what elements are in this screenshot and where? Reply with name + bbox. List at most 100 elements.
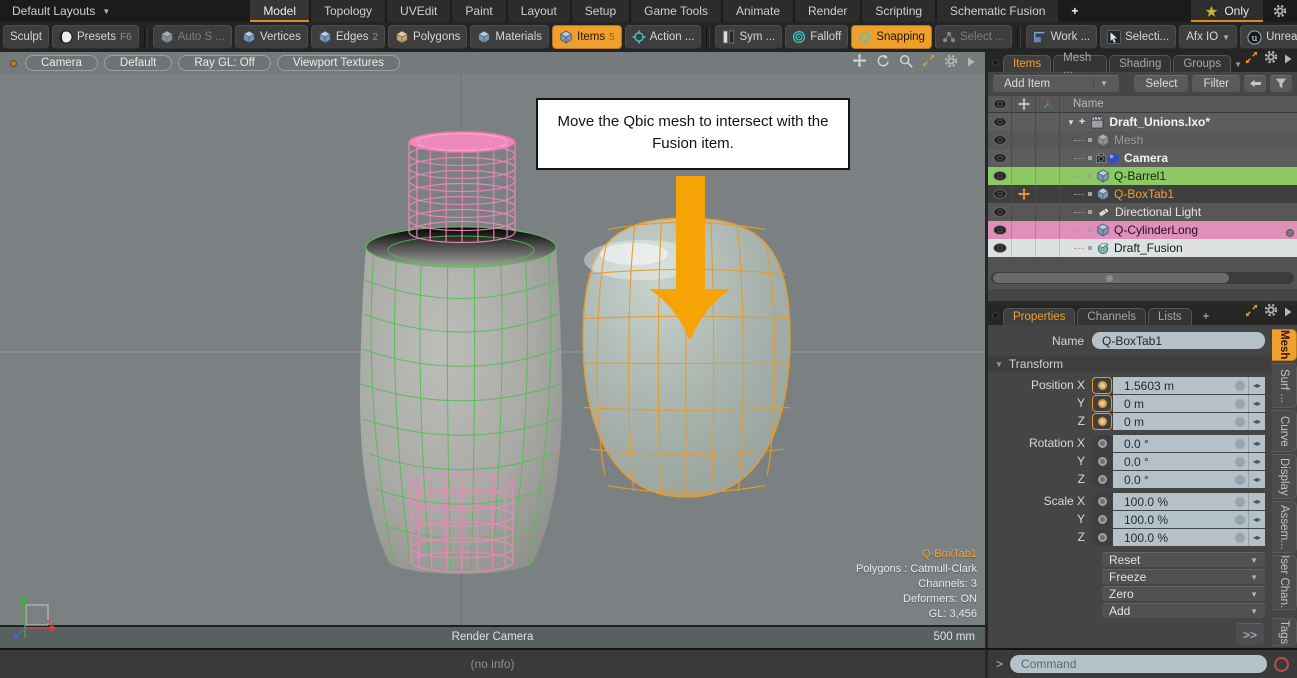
expand-button[interactable] — [922, 54, 935, 72]
side-tab-user-chan[interactable]: User Chan... — [1272, 555, 1297, 610]
value-field[interactable]: 1.5603 m◂▸ — [1113, 377, 1265, 394]
add-item-button[interactable]: Add Item ▼ — [993, 75, 1119, 92]
visibility-toggle[interactable] — [988, 149, 1012, 167]
play-button[interactable] — [1284, 51, 1292, 69]
mini-knob-icon[interactable] — [1235, 497, 1245, 507]
transform-section-header[interactable]: ▼ Transform — [988, 356, 1271, 372]
render-cell[interactable] — [1036, 149, 1060, 167]
toolbar-button-edges[interactable]: Edges2 — [311, 25, 385, 49]
gear-button[interactable] — [944, 54, 958, 73]
properties-tab-properties[interactable]: Properties — [1003, 308, 1075, 325]
spinner-control[interactable]: ◂▸ — [1248, 511, 1265, 528]
freeze-button[interactable]: Freeze▼ — [1102, 569, 1265, 584]
rotate-button[interactable] — [876, 54, 890, 73]
horizontal-scrollbar[interactable] — [991, 272, 1294, 284]
add-button[interactable]: Add▼ — [1102, 603, 1265, 618]
items-tab-groups[interactable]: Groups — [1173, 55, 1231, 72]
side-tab-mesh[interactable]: Mesh — [1272, 329, 1297, 361]
menu-tab-setup[interactable]: Setup — [572, 0, 629, 22]
mini-knob-icon[interactable] — [1235, 533, 1245, 543]
side-tab-tags[interactable]: Tags — [1272, 618, 1297, 646]
mini-knob-icon[interactable] — [1235, 399, 1245, 409]
tree-row-q-boxtab1[interactable]: Q-BoxTab1 — [988, 185, 1297, 203]
record-macro-button[interactable] — [1274, 657, 1289, 672]
expand-button[interactable] — [1245, 304, 1258, 322]
channel-toggle[interactable] — [1092, 529, 1112, 546]
more-button[interactable]: >> — [1236, 623, 1264, 645]
visibility-toggle[interactable] — [988, 113, 1012, 131]
tree-row-draft-unions-lxo[interactable]: ▼+Draft_Unions.lxo* — [988, 113, 1297, 131]
expander-triangle-icon[interactable]: ▼ — [1067, 118, 1075, 127]
value-field[interactable]: 100.0 %◂▸ — [1113, 493, 1265, 510]
side-tab-surf[interactable]: Surf ... — [1272, 363, 1297, 409]
viewport-canvas[interactable]: Move the Qbic mesh to intersect with the… — [0, 74, 985, 625]
render-cell[interactable] — [1036, 239, 1060, 257]
render-cell[interactable] — [1036, 131, 1060, 149]
toolbar-button-select[interactable]: Select ... — [935, 25, 1012, 49]
spinner-control[interactable]: ◂▸ — [1248, 395, 1265, 412]
render-cell[interactable] — [1036, 221, 1060, 239]
back-arrow-button[interactable] — [1244, 75, 1266, 92]
gear-button[interactable] — [1264, 50, 1278, 69]
menu-tab-schematic-fusion[interactable]: Schematic Fusion — [937, 0, 1058, 22]
toolbar-button-selecti[interactable]: Selecti... — [1100, 25, 1176, 49]
mini-knob-icon[interactable] — [1235, 475, 1245, 485]
lock-cell[interactable] — [1012, 113, 1036, 131]
viewport-button-viewport-textures[interactable]: Viewport Textures — [277, 55, 400, 71]
value-field[interactable]: 0 m◂▸ — [1113, 413, 1265, 430]
toolbar-button-presets[interactable]: PresetsF6 — [52, 25, 139, 49]
visibility-toggle[interactable] — [988, 167, 1012, 185]
channel-toggle[interactable] — [1092, 493, 1112, 510]
lock-cell[interactable] — [1012, 221, 1036, 239]
render-column-header[interactable] — [1036, 96, 1060, 112]
channel-toggle[interactable] — [1092, 453, 1112, 470]
gear-button[interactable] — [1264, 303, 1278, 322]
visibility-toggle[interactable] — [988, 203, 1012, 221]
lock-cell[interactable] — [1012, 185, 1036, 203]
toolbar-button-sym[interactable]: Sym ... — [715, 25, 782, 49]
spinner-control[interactable]: ◂▸ — [1248, 377, 1265, 394]
channel-toggle[interactable] — [1092, 395, 1112, 412]
menu-gear-button[interactable] — [1263, 0, 1297, 22]
visibility-toggle[interactable] — [988, 185, 1012, 203]
render-cell[interactable] — [1036, 185, 1060, 203]
items-tab-mesh[interactable]: Mesh ... — [1053, 55, 1107, 72]
spinner-control[interactable]: ◂▸ — [1248, 493, 1265, 510]
tree-row-draft-fusion[interactable]: Draft_Fusion — [988, 239, 1297, 257]
panel-knob-icon[interactable] — [992, 59, 999, 66]
mini-knob-icon[interactable] — [1235, 515, 1245, 525]
play-button[interactable] — [967, 54, 975, 72]
channel-toggle[interactable] — [1092, 471, 1112, 488]
vertical-scroll-thumb[interactable] — [1286, 229, 1294, 237]
menu-tab-game-tools[interactable]: Game Tools — [631, 0, 721, 22]
toolbar-button-action[interactable]: Action ... — [625, 25, 702, 49]
mini-knob-icon[interactable] — [1235, 417, 1245, 427]
spinner-control[interactable]: ◂▸ — [1248, 471, 1265, 488]
layout-switcher[interactable]: Default Layouts ▼ — [0, 0, 122, 22]
toolbar-button-items[interactable]: Items5 — [552, 25, 622, 49]
panel-knob-icon[interactable] — [992, 312, 999, 319]
move-button[interactable] — [852, 53, 867, 73]
items-tab-items[interactable]: Items — [1003, 55, 1051, 72]
mini-knob-icon[interactable] — [1235, 381, 1245, 391]
properties-tab-lists[interactable]: Lists — [1148, 308, 1192, 325]
toolbar-button-auto-s[interactable]: Auto S ... — [153, 25, 232, 49]
only-button[interactable]: Only — [1191, 0, 1263, 22]
channel-toggle[interactable] — [1092, 435, 1112, 452]
toolbar-button-unreal[interactable]: uUnreal... — [1240, 25, 1297, 49]
value-field[interactable]: 0.0 °◂▸ — [1113, 453, 1265, 470]
toolbar-button-falloff[interactable]: Falloff — [785, 25, 848, 49]
channel-toggle[interactable] — [1092, 413, 1112, 430]
filter-button[interactable]: Filter — [1192, 75, 1240, 92]
visibility-toggle[interactable] — [988, 239, 1012, 257]
menu-tab-topology[interactable]: Topology — [311, 0, 385, 22]
tree-row-camera[interactable]: Camera — [988, 149, 1297, 167]
menu-tab-paint[interactable]: Paint — [452, 0, 505, 22]
spinner-control[interactable]: ◂▸ — [1248, 529, 1265, 546]
menu-tab-scripting[interactable]: Scripting — [862, 0, 935, 22]
filter-funnel-button[interactable] — [1270, 75, 1292, 92]
value-field[interactable]: 0 m◂▸ — [1113, 395, 1265, 412]
tab-overflow-caret-icon[interactable]: ▼ — [1234, 60, 1242, 69]
spinner-control[interactable]: ◂▸ — [1248, 413, 1265, 430]
value-field[interactable]: 100.0 %◂▸ — [1113, 511, 1265, 528]
